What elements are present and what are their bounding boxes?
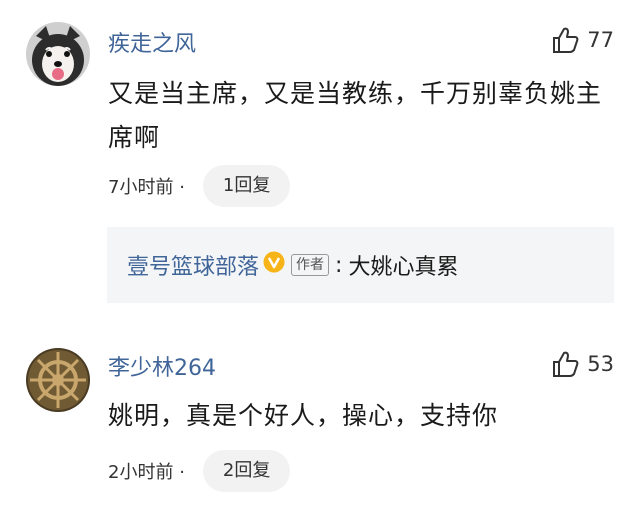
user-avatar[interactable]	[26, 348, 90, 412]
author-tag: 作者	[291, 254, 330, 276]
like-count: 53	[587, 352, 614, 376]
comment-meta: 7小时前 · 1回复	[108, 165, 291, 207]
comment-text: 又是当主席，又是当教练，千万别辜负姚主席啊	[108, 79, 603, 152]
comment-time: 2小时前 ·	[108, 462, 185, 483]
reply-button[interactable]: 1回复	[202, 165, 291, 207]
thumbs-up-icon	[553, 351, 579, 377]
comment-meta: 2小时前 · 2回复	[108, 450, 291, 492]
sub-reply-text: 大姚心真累	[348, 255, 459, 280]
comment-item: 李少林264 53 姚明，真是个好人，操心，支持你 2小时前 · 2回复	[0, 330, 640, 513]
like-count: 77	[587, 28, 614, 52]
comment-text: 姚明，真是个好人，操心，支持你	[108, 401, 499, 430]
comment-item: 疾走之风 77 又是当主席，又是当教练，千万别辜负姚主席啊 7小时前 · 1回复	[0, 0, 640, 215]
like-button[interactable]: 53	[551, 350, 614, 378]
reply-button[interactable]: 2回复	[202, 450, 291, 492]
user-avatar[interactable]	[26, 22, 90, 86]
verified-v-icon	[263, 251, 285, 279]
sub-reply-username[interactable]: 壹号篮球部落	[127, 249, 259, 281]
thumbs-up-icon	[553, 27, 579, 53]
like-button[interactable]: 77	[551, 26, 614, 54]
dog-avatar-icon	[26, 22, 90, 86]
username[interactable]: 李少林264	[108, 350, 216, 382]
username[interactable]: 疾走之风	[108, 26, 196, 58]
sub-reply-separator: :	[335, 252, 343, 278]
ship-wheel-avatar-icon	[26, 348, 90, 412]
comment-time: 7小时前 ·	[108, 177, 185, 198]
sub-reply[interactable]: 壹号篮球部落 作者 : 大姚心真累	[107, 227, 614, 303]
